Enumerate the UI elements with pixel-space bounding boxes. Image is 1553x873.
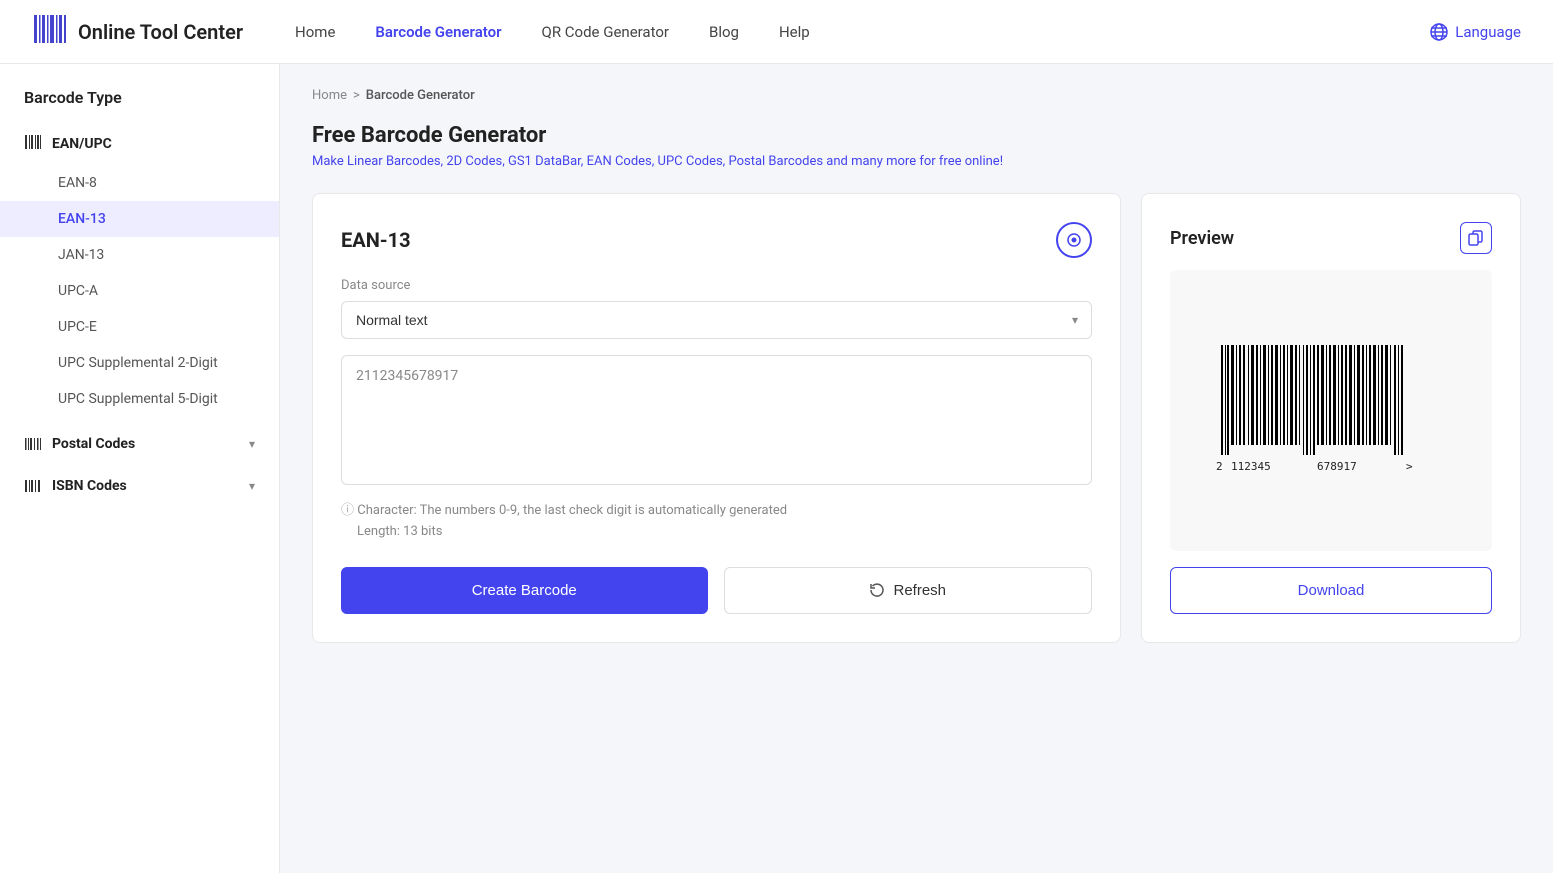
button-row: Create Barcode Refresh <box>341 567 1092 614</box>
postal-chevron: ▾ <box>249 437 255 451</box>
isbn-icon <box>24 477 42 495</box>
page-body: Barcode Type EAN/UPC EAN-8 EAN-13 JAN-13… <box>0 64 1553 873</box>
data-source-label: Data source <box>341 278 1092 293</box>
hint-char: Character: The numbers 0-9, the last che… <box>357 503 787 518</box>
logo[interactable]: Online Tool Center <box>32 11 243 52</box>
generator-title: EAN-13 <box>341 228 411 252</box>
sidebar-category-label-ean: EAN/UPC <box>52 136 112 152</box>
globe-icon <box>1429 22 1449 42</box>
sidebar-category-isbn-left: ISBN Codes <box>24 477 127 495</box>
hint-box: ⓘ Character: The numbers 0-9, the last c… <box>341 501 1092 543</box>
download-button[interactable]: Download <box>1170 567 1492 614</box>
sidebar-category-postal[interactable]: Postal Codes ▾ <box>0 425 279 463</box>
barcode-category-icon <box>24 133 42 155</box>
page-subtitle: Make Linear Barcodes, 2D Codes, GS1 Data… <box>312 154 1521 169</box>
create-barcode-button[interactable]: Create Barcode <box>341 567 708 614</box>
main-content: Home > Barcode Generator Free Barcode Ge… <box>280 64 1553 873</box>
barcode-display: 2 112345 678917 > <box>1170 270 1492 551</box>
preview-panel: Preview <box>1141 193 1521 643</box>
tool-area: EAN-13 Data source Normal text URL File <box>312 193 1521 643</box>
subtitle-end: and many more for free online! <box>826 154 1003 169</box>
settings-icon <box>1065 231 1083 249</box>
nav-barcode-generator[interactable]: Barcode Generator <box>375 23 501 41</box>
logo-text: Online Tool Center <box>78 20 243 44</box>
header: Online Tool Center Home Barcode Generato… <box>0 0 1553 64</box>
refresh-icon <box>869 582 885 598</box>
refresh-button[interactable]: Refresh <box>724 567 1093 614</box>
sidebar-item-upc-sup2[interactable]: UPC Supplemental 2-Digit <box>0 345 279 381</box>
hint-icon: ⓘ <box>341 503 354 518</box>
barcode-image: 2 112345 678917 > <box>1211 340 1451 480</box>
copy-button[interactable] <box>1460 222 1492 254</box>
subtitle-plain: Make Linear Barcodes, 2D Codes, GS1 Data… <box>312 154 725 169</box>
settings-button[interactable] <box>1056 222 1092 258</box>
preview-header: Preview <box>1170 222 1492 254</box>
sidebar-item-jan13[interactable]: JAN-13 <box>0 237 279 273</box>
nav-blog[interactable]: Blog <box>709 23 739 41</box>
svg-text:>: > <box>1406 460 1413 473</box>
breadcrumb-separator: > <box>353 88 360 103</box>
sidebar-item-ean13[interactable]: EAN-13 <box>0 201 279 237</box>
language-label: Language <box>1455 23 1521 41</box>
sidebar-item-ean8[interactable]: EAN-8 <box>0 165 279 201</box>
barcode-svg: 2 112345 678917 > <box>1211 340 1451 480</box>
generator-panel: EAN-13 Data source Normal text URL File <box>312 193 1121 643</box>
isbn-chevron: ▾ <box>249 479 255 493</box>
sidebar: Barcode Type EAN/UPC EAN-8 EAN-13 JAN-13… <box>0 64 280 873</box>
postal-icon <box>24 435 42 453</box>
main-nav: Home Barcode Generator QR Code Generator… <box>295 23 1397 41</box>
sidebar-title: Barcode Type <box>0 88 279 123</box>
sidebar-item-upca[interactable]: UPC-A <box>0 273 279 309</box>
data-source-select[interactable]: Normal text URL File <box>341 301 1092 339</box>
svg-text:2: 2 <box>1216 460 1223 473</box>
svg-text:112345: 112345 <box>1231 460 1271 473</box>
sidebar-category-isbn[interactable]: ISBN Codes ▾ <box>0 467 279 505</box>
page-header: Free Barcode Generator Make Linear Barco… <box>312 123 1521 169</box>
isbn-label: ISBN Codes <box>52 478 127 494</box>
breadcrumb: Home > Barcode Generator <box>312 88 1521 103</box>
hint-length: Length: 13 bits <box>341 524 442 539</box>
logo-icon <box>32 11 68 52</box>
breadcrumb-home[interactable]: Home <box>312 88 347 103</box>
sidebar-category-ean-upc[interactable]: EAN/UPC <box>0 123 279 165</box>
preview-title: Preview <box>1170 228 1234 249</box>
copy-icon <box>1468 230 1484 246</box>
sidebar-item-upce[interactable]: UPC-E <box>0 309 279 345</box>
subtitle-link[interactable]: Postal Barcodes <box>728 154 823 169</box>
barcode-data-input[interactable] <box>341 355 1092 485</box>
sidebar-item-upc-sup5[interactable]: UPC Supplemental 5-Digit <box>0 381 279 417</box>
language-selector[interactable]: Language <box>1429 22 1521 42</box>
postal-label: Postal Codes <box>52 436 135 452</box>
nav-qr-generator[interactable]: QR Code Generator <box>542 23 670 41</box>
breadcrumb-current: Barcode Generator <box>366 88 475 103</box>
panel-header: EAN-13 <box>341 222 1092 258</box>
refresh-label: Refresh <box>893 582 946 599</box>
nav-home[interactable]: Home <box>295 23 335 41</box>
sidebar-category-postal-left: Postal Codes <box>24 435 135 453</box>
svg-text:678917: 678917 <box>1317 460 1357 473</box>
page-title: Free Barcode Generator <box>312 123 1521 148</box>
nav-help[interactable]: Help <box>779 23 810 41</box>
data-source-wrapper: Normal text URL File ▾ <box>341 301 1092 339</box>
